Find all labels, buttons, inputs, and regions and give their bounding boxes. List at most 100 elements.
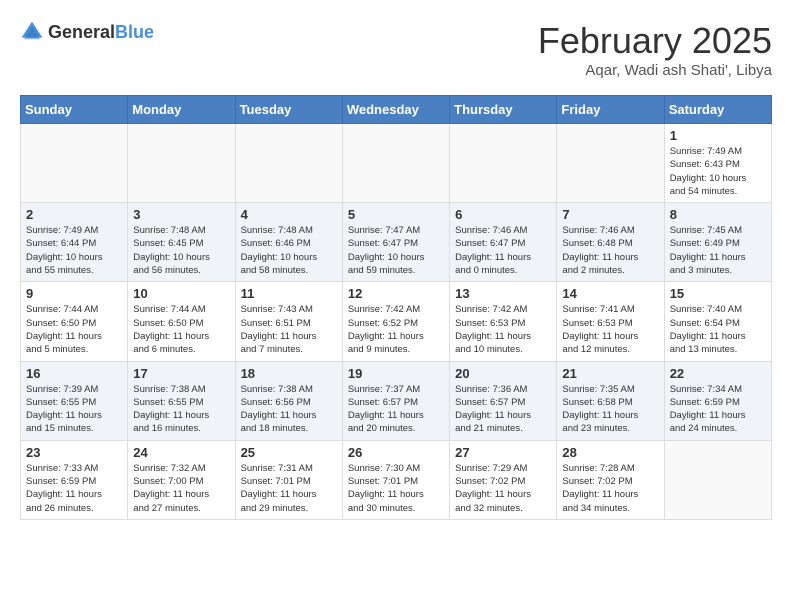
title-block: February 2025 Aqar, Wadi ash Shati', Lib… <box>538 20 772 79</box>
calendar-header-row: SundayMondayTuesdayWednesdayThursdayFrid… <box>21 96 772 124</box>
day-number: 14 <box>562 286 658 301</box>
calendar-cell: 6 Sunrise: 7:46 AM Sunset: 6:47 PM Daylig… <box>450 203 557 282</box>
day-number: 27 <box>455 445 551 460</box>
calendar-cell: 24 Sunrise: 7:32 AM Sunset: 7:00 PM Dayli… <box>128 440 235 519</box>
day-number: 13 <box>455 286 551 301</box>
day-number: 4 <box>241 207 337 222</box>
calendar-header-sunday: Sunday <box>21 96 128 124</box>
day-info: Sunrise: 7:49 AM Sunset: 6:44 PM Dayligh… <box>26 224 122 277</box>
day-number: 18 <box>241 366 337 381</box>
calendar-cell: 2 Sunrise: 7:49 AM Sunset: 6:44 PM Daylig… <box>21 203 128 282</box>
calendar-cell <box>342 124 449 203</box>
calendar-week-row: 16 Sunrise: 7:39 AM Sunset: 6:55 PM Dayli… <box>21 361 772 440</box>
logo: GeneralBlue <box>20 20 154 44</box>
day-info: Sunrise: 7:49 AM Sunset: 6:43 PM Dayligh… <box>670 145 766 198</box>
calendar-cell: 18Sunrise: 7:38 AM Sunset: 6:56 PM Dayli… <box>235 361 342 440</box>
day-info: Sunrise: 7:48 AM Sunset: 6:46 PM Dayligh… <box>241 224 337 277</box>
day-number: 20 <box>455 366 551 381</box>
day-info: Sunrise: 7:36 AM Sunset: 6:57 PM Dayligh… <box>455 383 551 436</box>
day-info: Sunrise: 7:30 AM Sunset: 7:01 PM Dayligh… <box>348 462 444 515</box>
logo-blue: Blue <box>115 22 154 42</box>
day-number: 12 <box>348 286 444 301</box>
day-info: Sunrise: 7:40 AM Sunset: 6:54 PM Dayligh… <box>670 303 766 356</box>
day-info: Sunrise: 7:35 AM Sunset: 6:58 PM Dayligh… <box>562 383 658 436</box>
calendar-cell <box>664 440 771 519</box>
calendar-cell: 9 Sunrise: 7:44 AM Sunset: 6:50 PM Daylig… <box>21 282 128 361</box>
location: Aqar, Wadi ash Shati', Libya <box>538 62 772 79</box>
day-number: 19 <box>348 366 444 381</box>
calendar-cell: 17 Sunrise: 7:38 AM Sunset: 6:55 PM Dayli… <box>128 361 235 440</box>
day-number: 21 <box>562 366 658 381</box>
day-info: Sunrise: 7:33 AM Sunset: 6:59 PM Dayligh… <box>26 462 122 515</box>
day-number: 25 <box>241 445 337 460</box>
day-info: Sunrise: 7:37 AM Sunset: 6:57 PM Dayligh… <box>348 383 444 436</box>
day-number: 2 <box>26 207 122 222</box>
calendar-cell <box>21 124 128 203</box>
day-number: 9 <box>26 286 122 301</box>
day-number: 22 <box>670 366 766 381</box>
calendar-header-tuesday: Tuesday <box>235 96 342 124</box>
day-info: Sunrise: 7:41 AM Sunset: 6:53 PM Dayligh… <box>562 303 658 356</box>
day-number: 16 <box>26 366 122 381</box>
calendar-cell: 16 Sunrise: 7:39 AM Sunset: 6:55 PM Dayli… <box>21 361 128 440</box>
calendar-week-row: 9 Sunrise: 7:44 AM Sunset: 6:50 PM Daylig… <box>21 282 772 361</box>
calendar-header-saturday: Saturday <box>664 96 771 124</box>
calendar-cell: 4 Sunrise: 7:48 AM Sunset: 6:46 PM Daylig… <box>235 203 342 282</box>
day-info: Sunrise: 7:39 AM Sunset: 6:55 PM Dayligh… <box>26 383 122 436</box>
calendar-cell: 20 Sunrise: 7:36 AM Sunset: 6:57 PM Dayli… <box>450 361 557 440</box>
calendar-week-row: 2 Sunrise: 7:49 AM Sunset: 6:44 PM Daylig… <box>21 203 772 282</box>
day-info: Sunrise: 7:34 AM Sunset: 6:59 PM Dayligh… <box>670 383 766 436</box>
calendar-cell <box>450 124 557 203</box>
day-info: Sunrise: 7:42 AM Sunset: 6:53 PM Dayligh… <box>455 303 551 356</box>
day-info: Sunrise: 7:46 AM Sunset: 6:48 PM Dayligh… <box>562 224 658 277</box>
calendar-header-friday: Friday <box>557 96 664 124</box>
calendar-cell: 1 Sunrise: 7:49 AM Sunset: 6:43 PM Daylig… <box>664 124 771 203</box>
day-number: 23 <box>26 445 122 460</box>
day-info: Sunrise: 7:31 AM Sunset: 7:01 PM Dayligh… <box>241 462 337 515</box>
logo-icon <box>20 20 44 44</box>
calendar-cell: 19 Sunrise: 7:37 AM Sunset: 6:57 PM Dayli… <box>342 361 449 440</box>
month-title: February 2025 <box>538 20 772 62</box>
calendar-cell <box>557 124 664 203</box>
calendar-cell: 28Sunrise: 7:28 AM Sunset: 7:02 PM Dayli… <box>557 440 664 519</box>
calendar-header-wednesday: Wednesday <box>342 96 449 124</box>
day-number: 11 <box>241 286 337 301</box>
calendar-cell: 5Sunrise: 7:47 AM Sunset: 6:47 PM Daylig… <box>342 203 449 282</box>
day-info: Sunrise: 7:46 AM Sunset: 6:47 PM Dayligh… <box>455 224 551 277</box>
day-info: Sunrise: 7:48 AM Sunset: 6:45 PM Dayligh… <box>133 224 229 277</box>
day-info: Sunrise: 7:29 AM Sunset: 7:02 PM Dayligh… <box>455 462 551 515</box>
calendar-cell: 26 Sunrise: 7:30 AM Sunset: 7:01 PM Dayli… <box>342 440 449 519</box>
calendar-cell: 8 Sunrise: 7:45 AM Sunset: 6:49 PM Daylig… <box>664 203 771 282</box>
calendar-week-row: 23 Sunrise: 7:33 AM Sunset: 6:59 PM Dayli… <box>21 440 772 519</box>
day-number: 24 <box>133 445 229 460</box>
day-number: 8 <box>670 207 766 222</box>
day-number: 10 <box>133 286 229 301</box>
calendar-header-monday: Monday <box>128 96 235 124</box>
day-number: 6 <box>455 207 551 222</box>
day-info: Sunrise: 7:38 AM Sunset: 6:55 PM Dayligh… <box>133 383 229 436</box>
page-header: GeneralBlue February 2025 Aqar, Wadi ash… <box>20 20 772 79</box>
calendar-cell: 23 Sunrise: 7:33 AM Sunset: 6:59 PM Dayli… <box>21 440 128 519</box>
calendar-cell <box>235 124 342 203</box>
day-info: Sunrise: 7:44 AM Sunset: 6:50 PM Dayligh… <box>26 303 122 356</box>
logo-general: General <box>48 22 115 42</box>
day-number: 28 <box>562 445 658 460</box>
calendar-cell: 10Sunrise: 7:44 AM Sunset: 6:50 PM Dayli… <box>128 282 235 361</box>
day-number: 26 <box>348 445 444 460</box>
day-number: 1 <box>670 128 766 143</box>
day-number: 17 <box>133 366 229 381</box>
day-info: Sunrise: 7:42 AM Sunset: 6:52 PM Dayligh… <box>348 303 444 356</box>
day-number: 5 <box>348 207 444 222</box>
day-number: 3 <box>133 207 229 222</box>
day-number: 15 <box>670 286 766 301</box>
calendar-cell <box>128 124 235 203</box>
calendar-cell: 21 Sunrise: 7:35 AM Sunset: 6:58 PM Dayli… <box>557 361 664 440</box>
day-info: Sunrise: 7:45 AM Sunset: 6:49 PM Dayligh… <box>670 224 766 277</box>
calendar-header-thursday: Thursday <box>450 96 557 124</box>
calendar-cell: 7Sunrise: 7:46 AM Sunset: 6:48 PM Daylig… <box>557 203 664 282</box>
day-info: Sunrise: 7:32 AM Sunset: 7:00 PM Dayligh… <box>133 462 229 515</box>
calendar-cell: 3 Sunrise: 7:48 AM Sunset: 6:45 PM Daylig… <box>128 203 235 282</box>
calendar-cell: 15 Sunrise: 7:40 AM Sunset: 6:54 PM Dayli… <box>664 282 771 361</box>
calendar-cell: 27 Sunrise: 7:29 AM Sunset: 7:02 PM Dayli… <box>450 440 557 519</box>
calendar-cell: 22 Sunrise: 7:34 AM Sunset: 6:59 PM Dayli… <box>664 361 771 440</box>
